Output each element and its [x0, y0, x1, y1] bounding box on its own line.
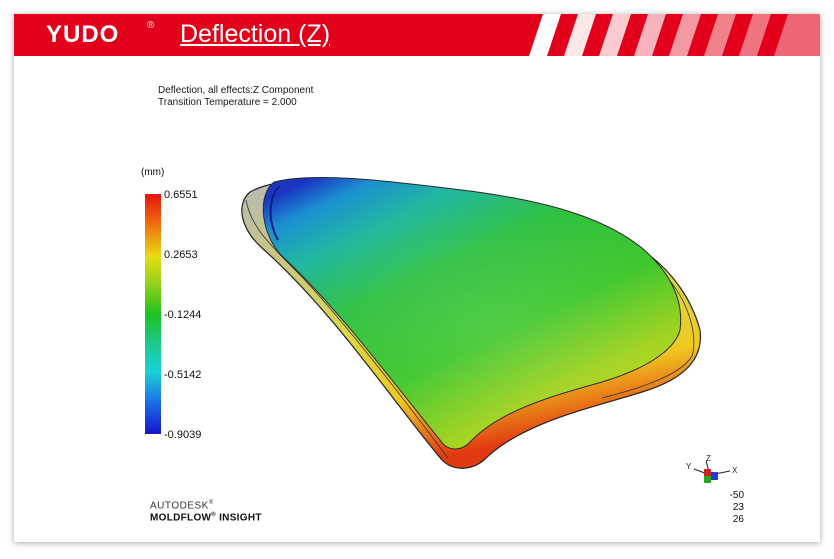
insight-text: INSIGHT [216, 512, 262, 524]
axis-z-label: Z [706, 455, 711, 463]
autodesk-mark: ® [208, 500, 214, 506]
autodesk-brand: AUTODESK® [150, 500, 214, 511]
legend-tick-max: 0.6551 [164, 189, 198, 201]
registered-mark: ® [147, 20, 155, 31]
legend-tick-2: 0.2653 [164, 249, 198, 261]
axis-y-label: Y [686, 462, 692, 471]
view-angles: -50 23 26 [714, 490, 744, 526]
view-angle-1: -50 [729, 490, 744, 501]
legend-tick-mid: -0.1244 [164, 309, 202, 321]
yudo-logo: YUDO [46, 21, 120, 48]
result-name: Deflection, all effects:Z Component [158, 85, 314, 96]
moldflow-brand: MOLDFLOW® INSIGHT [150, 512, 262, 523]
legend-tick-4: -0.5142 [164, 369, 202, 381]
deflection-model-view[interactable] [222, 160, 702, 470]
view-angle-2: 23 [732, 502, 744, 513]
axis-triad-icon[interactable]: Y Z X [686, 455, 744, 489]
color-scale-bar [145, 194, 161, 434]
legend-unit: (mm) [141, 167, 165, 178]
transition-temperature: Transition Temperature = 2.000 [158, 97, 297, 108]
axis-x-label: X [732, 466, 738, 475]
header-stripes [529, 14, 820, 56]
view-angle-3: 26 [732, 514, 744, 525]
moldflow-text: MOLDFLOW [150, 512, 212, 524]
autodesk-text: AUTODESK [150, 500, 209, 512]
legend-tick-min: -0.9039 [164, 429, 202, 441]
page-title: Deflection (Z) [180, 20, 331, 48]
slide: YUDO ® Deflection (Z) Deflection, all ef… [14, 14, 820, 542]
result-info: Deflection, all effects:Z Component Tran… [158, 85, 313, 109]
header-bar: YUDO ® Deflection (Z) [14, 14, 820, 56]
